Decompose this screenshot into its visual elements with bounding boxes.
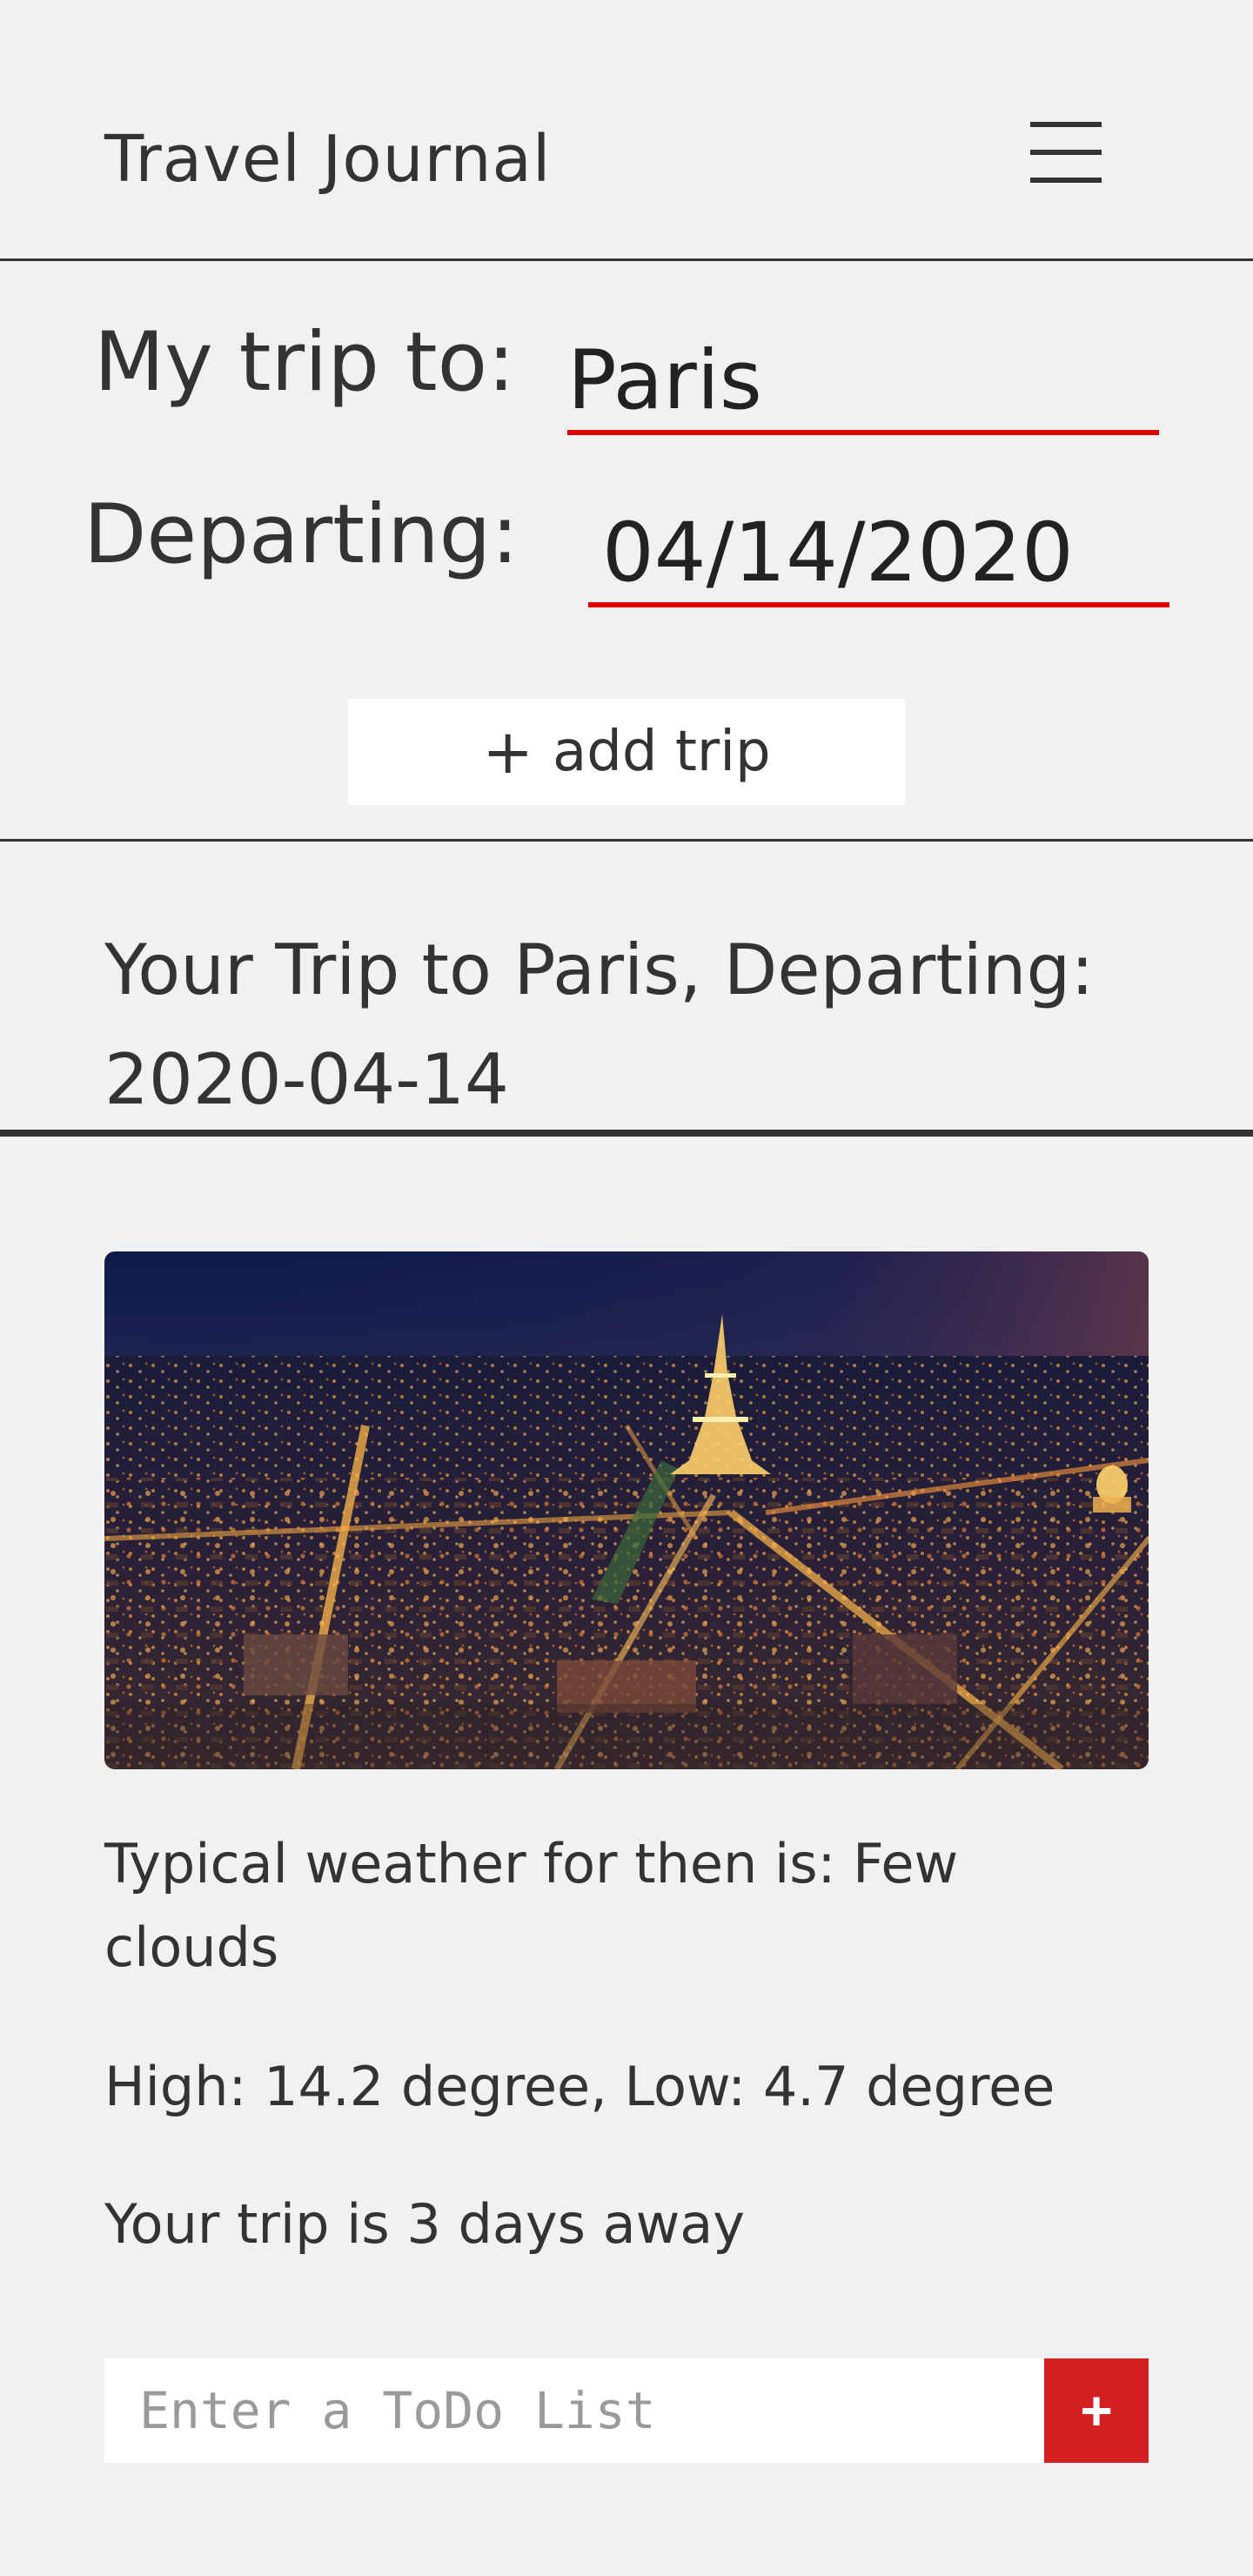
- hamburger-menu-icon[interactable]: [1027, 122, 1105, 184]
- destination-input[interactable]: [567, 331, 1159, 435]
- countdown-text: Your trip is 3 days away: [104, 2192, 745, 2256]
- add-trip-button[interactable]: + add trip: [348, 699, 905, 805]
- trip-heading: Your Trip to Paris, Departing: 2020-04-1…: [104, 929, 1095, 1120]
- todo-form: +: [104, 2358, 1149, 2463]
- add-trip-label: add trip: [553, 720, 771, 784]
- weather-text: Typical weather for then is: Few clouds: [104, 1832, 959, 1979]
- todo-input[interactable]: [104, 2358, 1044, 2463]
- departing-label: Departing:: [84, 487, 519, 582]
- app-title: Travel Journal: [104, 122, 552, 197]
- destination-label: My trip to:: [94, 315, 515, 410]
- form-divider: [0, 839, 1253, 842]
- app-header: Travel Journal: [0, 0, 1253, 261]
- departure-date-input[interactable]: [588, 503, 1169, 607]
- travel-journal-page: Travel Journal My trip to: Departing: + …: [0, 0, 1253, 2576]
- destination-photo: [104, 1251, 1149, 1769]
- temperature-text: High: 14.2 degree, Low: 4.7 degree: [104, 2055, 1055, 2118]
- plus-icon: +: [482, 716, 534, 788]
- trip-heading-divider: [0, 1130, 1253, 1137]
- plus-icon: +: [1080, 2379, 1113, 2442]
- add-todo-button[interactable]: +: [1044, 2358, 1149, 2463]
